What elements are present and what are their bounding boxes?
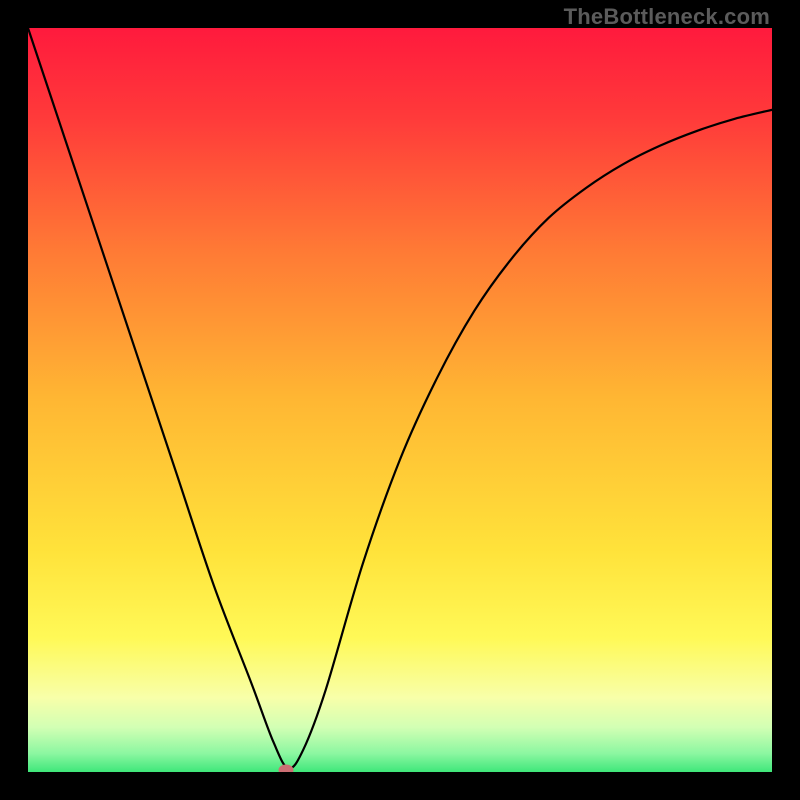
- chart-frame: TheBottleneck.com: [0, 0, 800, 800]
- plot-area: [28, 28, 772, 772]
- optimum-marker: [279, 764, 294, 772]
- bottleneck-curve: [28, 28, 772, 772]
- watermark-text: TheBottleneck.com: [564, 4, 770, 30]
